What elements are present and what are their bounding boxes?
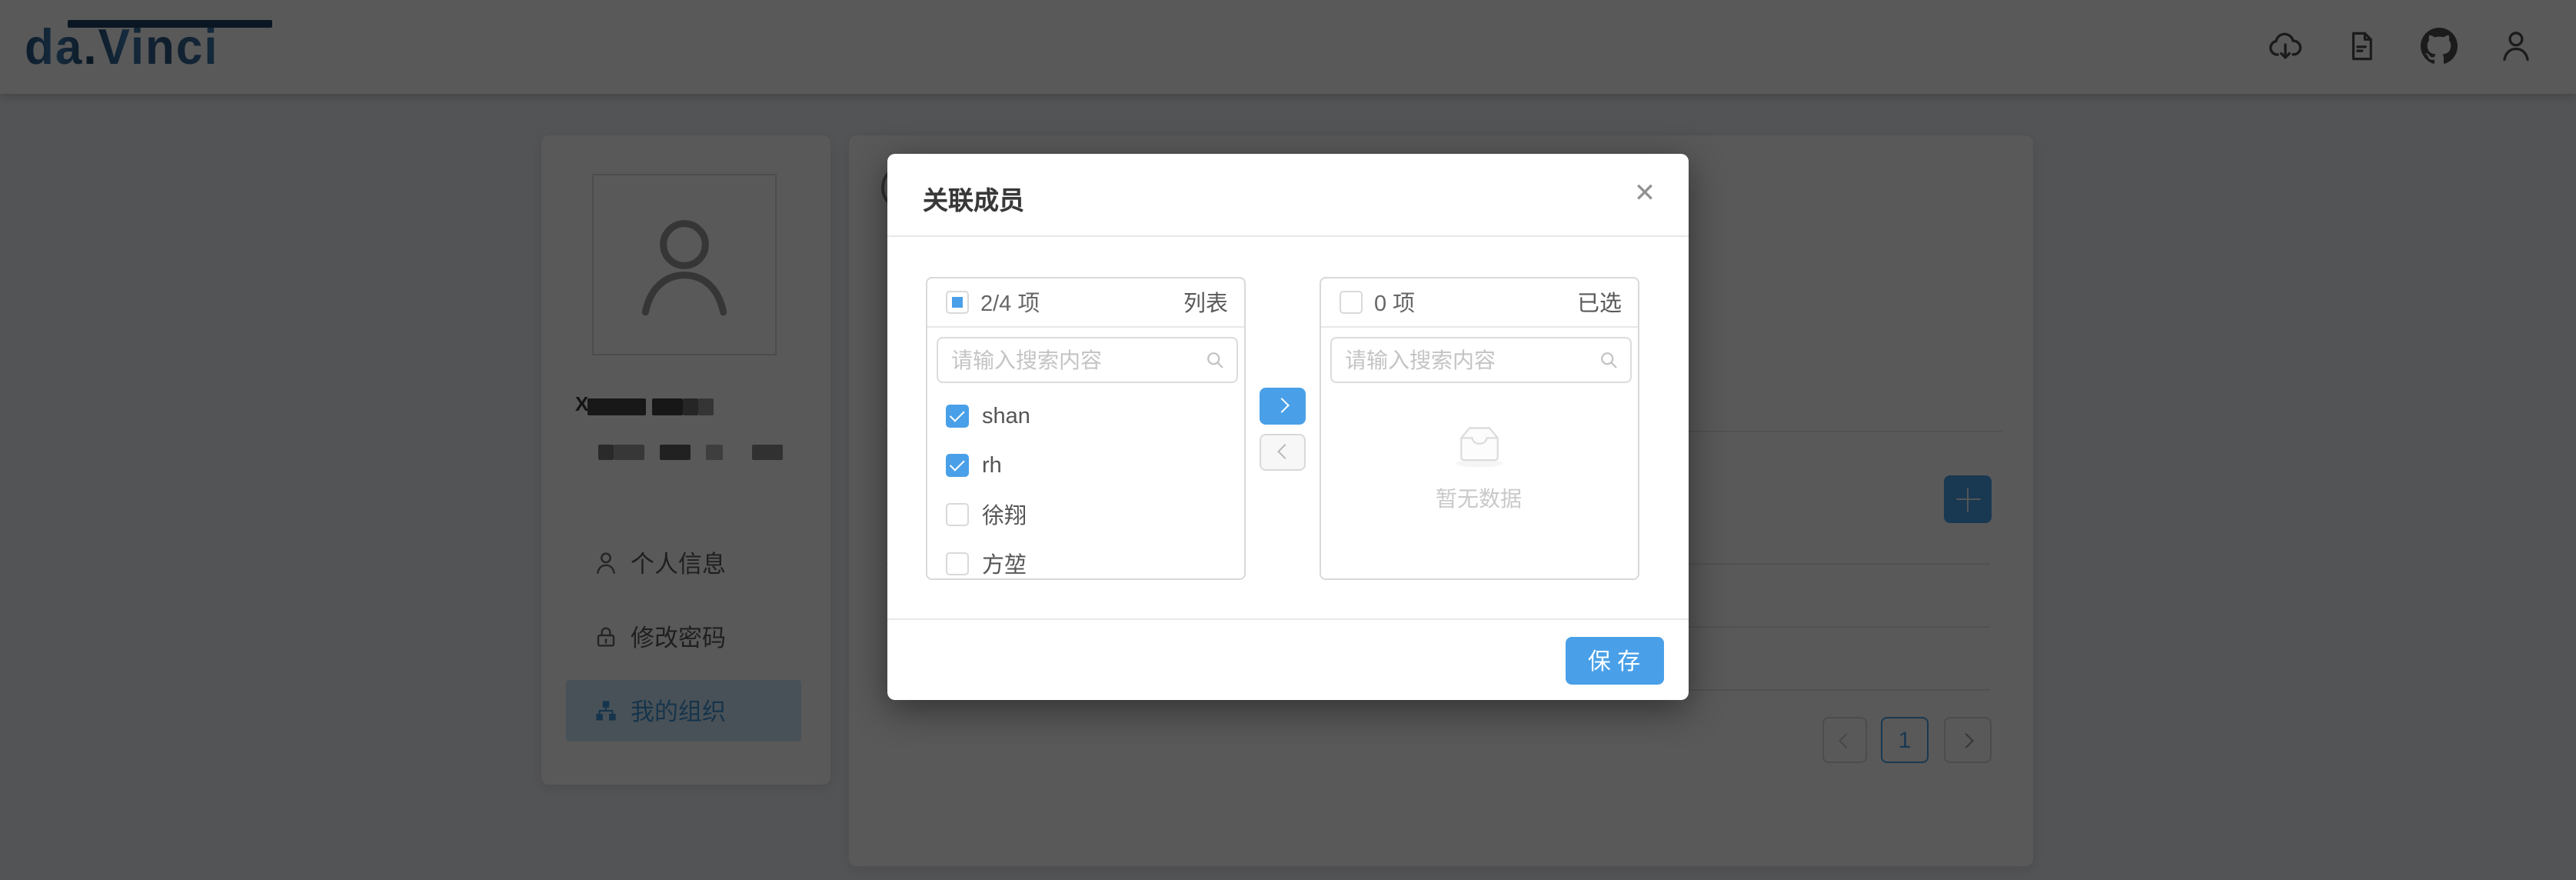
selected-count: 0 项 — [1374, 285, 1415, 318]
empty-inbox-icon — [1443, 419, 1514, 468]
transfer-target-header: 0 项 已选 — [1320, 278, 1637, 327]
modal-footer: 保 存 — [887, 618, 1688, 699]
panel-title: 列表 — [1183, 285, 1228, 318]
select-all-checkbox[interactable] — [1339, 290, 1362, 313]
move-to-left-button[interactable] — [1260, 433, 1306, 470]
panel-title: 已选 — [1577, 285, 1622, 318]
select-all-checkbox[interactable] — [945, 290, 968, 313]
target-search — [1330, 336, 1631, 382]
search-input[interactable] — [936, 336, 1237, 382]
selected-count: 2/4 项 — [980, 285, 1040, 318]
item-checkbox[interactable] — [945, 405, 968, 428]
list-item[interactable]: shan — [927, 392, 1243, 441]
close-icon[interactable]: ✕ — [1626, 175, 1663, 212]
associate-members-modal: 关联成员 ✕ 2/4 项 列表 shan — [887, 153, 1688, 699]
list-item[interactable]: rh — [927, 441, 1243, 490]
search-input[interactable] — [1330, 336, 1631, 382]
list-item[interactable]: 徐翔 — [927, 490, 1243, 539]
chevron-right-icon — [1273, 398, 1289, 413]
item-checkbox[interactable] — [945, 454, 968, 477]
transfer-source-header: 2/4 项 列表 — [927, 278, 1243, 327]
empty-state: 暂无数据 — [1320, 419, 1637, 513]
chevron-left-icon — [1276, 444, 1292, 459]
modal-title: 关联成员 — [923, 179, 1024, 216]
modal-header: 关联成员 ✕ — [887, 153, 1688, 236]
screen: da.Vinci — [0, 0, 2576, 880]
move-to-right-button[interactable] — [1260, 387, 1306, 424]
empty-text: 暂无数据 — [1320, 482, 1637, 513]
list-item[interactable]: 方堃 — [927, 539, 1243, 579]
item-checkbox[interactable] — [945, 503, 968, 526]
item-checkbox[interactable] — [945, 552, 968, 575]
source-search — [936, 336, 1237, 382]
save-button[interactable]: 保 存 — [1565, 636, 1663, 685]
source-list: shan rh 徐翔 方堃 — [927, 392, 1243, 579]
transfer-target-panel: 0 项 已选 暂无数据 — [1319, 276, 1639, 579]
transfer-source-panel: 2/4 项 列表 shan rh — [925, 276, 1245, 579]
